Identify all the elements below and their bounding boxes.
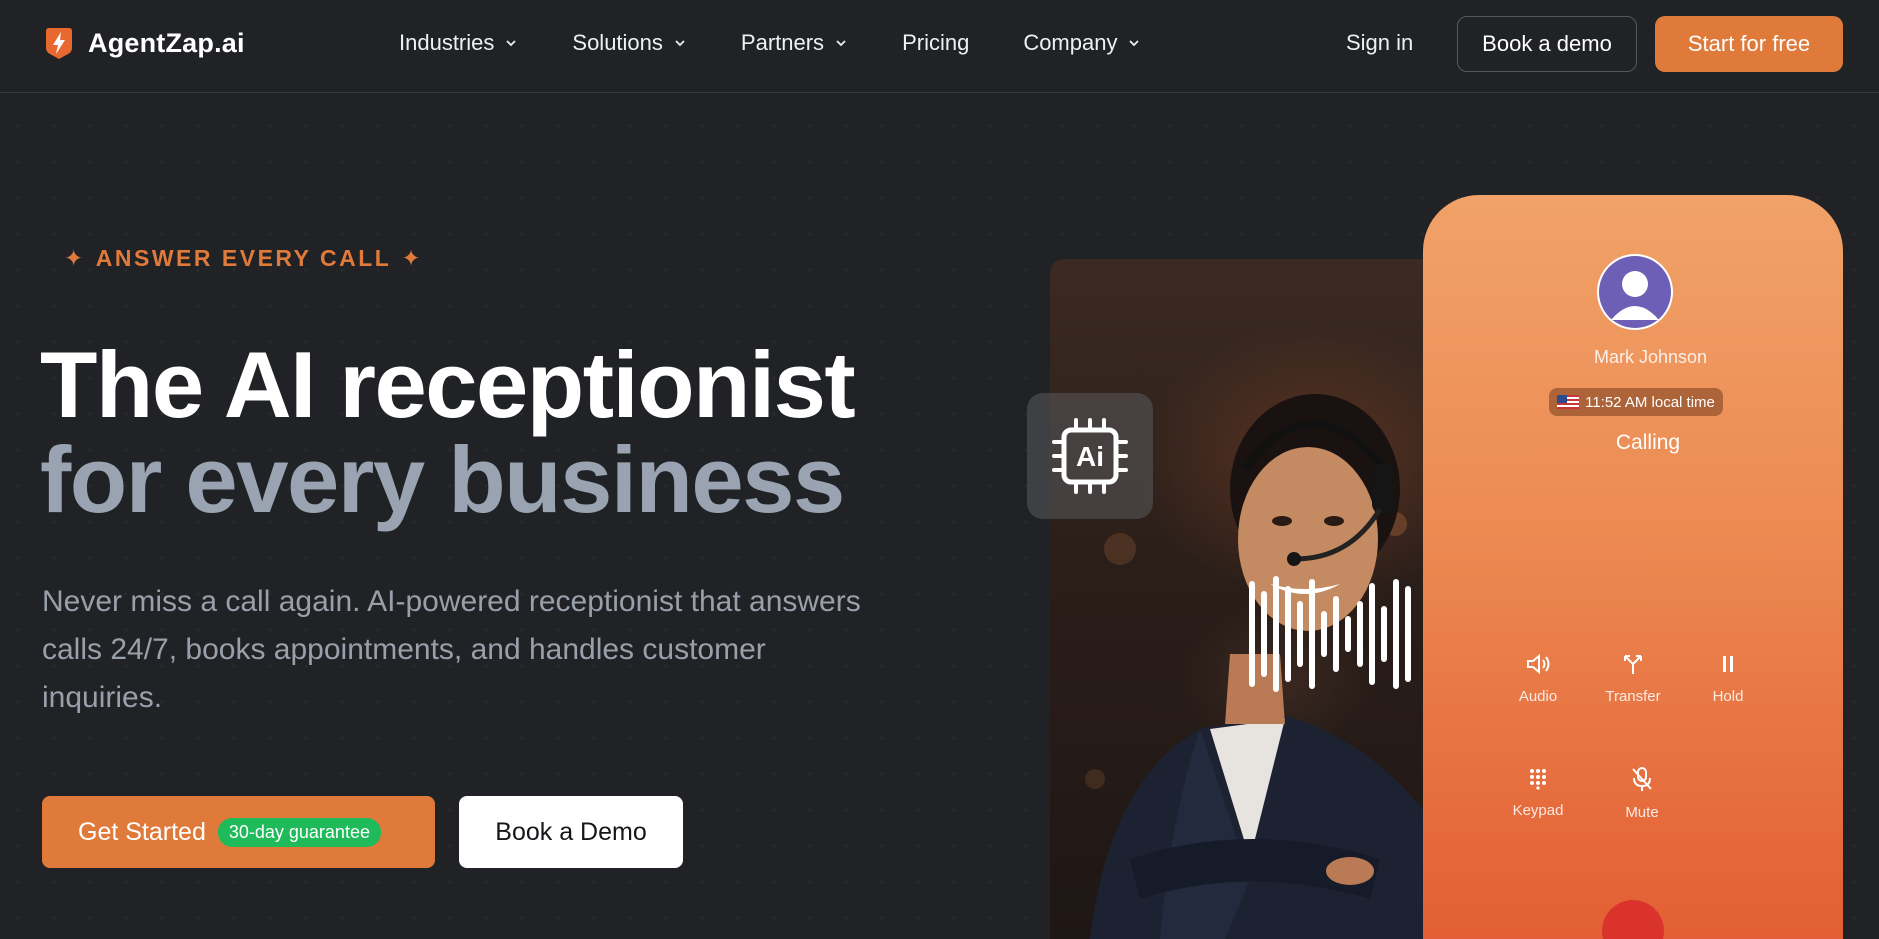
call-status: Calling bbox=[1615, 431, 1681, 454]
keypad-control[interactable]: Keypad bbox=[1488, 766, 1588, 819]
bolt-logo-icon bbox=[46, 28, 72, 59]
local-time-badge: 11:52 AM local time bbox=[1549, 388, 1723, 416]
sparkle-icon: ✦ bbox=[64, 245, 86, 271]
control-label: Hold bbox=[1712, 688, 1744, 705]
primary-menu: Industries Solutions Partners Pricing Co… bbox=[399, 30, 1195, 56]
chevron-down-icon bbox=[506, 40, 517, 47]
voice-waveform-icon bbox=[1249, 576, 1411, 692]
guarantee-badge: 30-day guarantee bbox=[217, 817, 381, 847]
nav-item-label: Pricing bbox=[902, 30, 970, 55]
control-label: Keypad bbox=[1512, 802, 1564, 819]
get-started-button[interactable]: Get Started 30-day guarantee bbox=[42, 796, 435, 868]
start-free-button[interactable]: Start for free bbox=[1655, 16, 1843, 72]
avatar bbox=[1597, 254, 1673, 330]
transfer-icon bbox=[1624, 655, 1642, 674]
control-label: Audio bbox=[1518, 688, 1558, 705]
top-nav: AgentZap.ai Industries Solutions Partner… bbox=[0, 0, 1879, 93]
ai-chip-icon: Ai bbox=[1052, 418, 1128, 494]
mic-off-icon bbox=[1632, 767, 1652, 791]
mute-control[interactable]: Mute bbox=[1592, 766, 1692, 821]
us-flag-icon bbox=[1557, 395, 1580, 409]
chevron-down-icon bbox=[675, 40, 685, 47]
nav-item-label: Industries bbox=[399, 30, 495, 55]
hero-title-line2: for every business bbox=[40, 427, 845, 532]
audio-control[interactable]: Audio bbox=[1488, 652, 1588, 705]
nav-item-label: Company bbox=[1023, 30, 1118, 55]
sign-in-link[interactable]: Sign in bbox=[1346, 30, 1413, 56]
nav-item-industries[interactable]: Industries bbox=[399, 30, 518, 56]
keypad-icon bbox=[1530, 769, 1546, 790]
local-time-text: 11:52 AM local time bbox=[1585, 393, 1715, 411]
chevron-down-icon bbox=[1129, 40, 1140, 47]
hero-description: Never miss a call again. AI-powered rece… bbox=[42, 585, 861, 714]
chevron-down-icon bbox=[836, 40, 846, 47]
nav-item-pricing[interactable]: Pricing bbox=[902, 30, 969, 56]
hero-eyebrow: ✦ ANSWER EVERY CALL ✦ bbox=[64, 245, 423, 272]
caller-name: Mark Johnson bbox=[1593, 347, 1708, 367]
brand-logo[interactable]: AgentZap.ai bbox=[44, 26, 245, 60]
hold-control[interactable]: Hold bbox=[1678, 652, 1778, 705]
pause-icon bbox=[1723, 656, 1733, 672]
control-label: Transfer bbox=[1605, 688, 1661, 705]
sparkle-icon: ✦ bbox=[401, 245, 424, 271]
get-started-label: Get Started bbox=[78, 817, 206, 846]
nav-item-label: Solutions bbox=[572, 30, 663, 55]
nav-item-solutions[interactable]: Solutions bbox=[572, 30, 687, 56]
nav-item-company[interactable]: Company bbox=[1023, 30, 1141, 56]
speaker-icon bbox=[1527, 653, 1550, 675]
ai-chip-label: Ai bbox=[1076, 441, 1104, 472]
user-avatar-icon bbox=[1599, 256, 1671, 328]
transfer-control[interactable]: Transfer bbox=[1583, 652, 1683, 705]
nav-item-label: Partners bbox=[740, 30, 825, 55]
nav-item-partners[interactable]: Partners bbox=[741, 30, 848, 56]
ai-chip-card: Ai bbox=[1027, 393, 1153, 519]
book-a-demo-button[interactable]: Book a Demo bbox=[459, 796, 683, 868]
book-demo-button[interactable]: Book a demo bbox=[1457, 16, 1637, 72]
eyebrow-text: ANSWER EVERY CALL bbox=[95, 245, 392, 271]
control-label: Mute bbox=[1625, 804, 1659, 821]
brand-name: AgentZap.ai bbox=[88, 27, 245, 58]
hero-title-line1: The AI receptionist bbox=[40, 332, 856, 437]
